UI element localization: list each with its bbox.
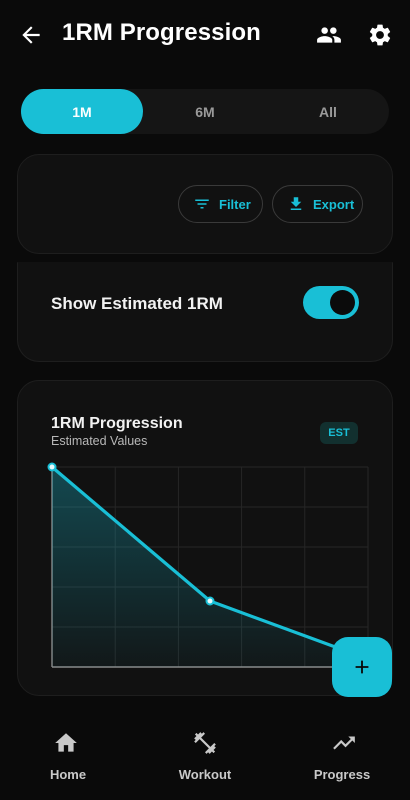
series-area [52,467,368,667]
download-icon [290,197,302,210]
home-icon [55,733,77,752]
export-label: Export [313,196,355,212]
export-button[interactable]: Export [272,185,363,223]
nav-home-label: Home [49,767,87,782]
nav-workout[interactable]: Workout [137,716,273,800]
chart-series [47,462,370,667]
trending-up-icon [333,736,355,750]
nav-progress-label: Progress [313,767,371,782]
filter-icon [195,199,209,209]
estimated-1rm-switch[interactable] [303,286,359,319]
tab-1m[interactable]: 1M [21,89,143,134]
plus-icon [355,660,369,674]
bottom-nav: Home Workout Progress [0,716,410,800]
data-point [47,462,57,472]
switch-knob [330,290,355,315]
filter-button[interactable]: Filter [178,185,263,223]
nav-progress[interactable]: Progress [274,716,410,800]
data-point [205,596,215,606]
nav-home[interactable]: Home [0,716,136,800]
arrow-left-icon[interactable] [18,22,44,48]
nav-workout-label: Workout [178,767,232,782]
page-title: 1RM Progression [62,19,261,46]
estimated-toggle-card: Show Estimated 1RM [17,262,393,362]
gear-icon[interactable] [367,22,393,48]
filters-card: Filter Export [17,154,393,254]
add-button[interactable] [332,637,392,697]
range-selector: 1M 6M All [21,89,389,134]
filter-label: Filter [219,196,251,212]
toggle-label: Show Estimated 1RM [51,294,223,313]
dumbbell-icon [194,732,216,754]
people-icon[interactable] [315,22,343,48]
tab-all[interactable]: All [267,89,389,134]
app-bar: 1RM Progression [0,0,410,70]
tab-6m[interactable]: 6M [144,89,266,134]
